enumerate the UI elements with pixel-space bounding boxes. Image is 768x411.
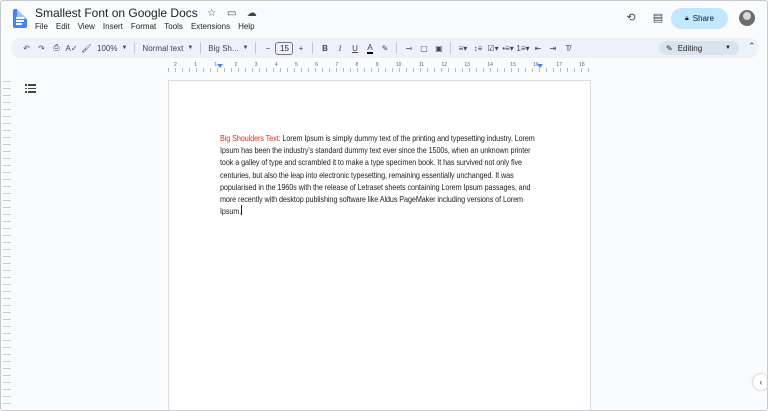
line-spacing-icon[interactable]: ↕≡ xyxy=(470,40,485,56)
editing-label: Editing xyxy=(677,43,703,53)
menu-edit[interactable]: Edit xyxy=(56,22,70,31)
share-label: Share xyxy=(692,14,715,23)
divider xyxy=(134,42,136,54)
ruler-number: 10 xyxy=(395,62,402,68)
font-select[interactable]: Big Sh... ▼ xyxy=(205,44,251,53)
chevron-down-icon: ▼ xyxy=(121,45,128,51)
document-outline-icon[interactable] xyxy=(25,84,36,93)
menu-tools[interactable]: Tools xyxy=(164,22,183,31)
font-size-input[interactable]: 15 xyxy=(275,41,294,55)
ruler-number: 11 xyxy=(418,62,425,68)
star-icon[interactable]: ☆ xyxy=(206,8,218,19)
highlighted-font-name: Big Shoulders Text: xyxy=(220,133,281,143)
ruler-number: 12 xyxy=(441,62,447,68)
menu-view[interactable]: View xyxy=(78,22,95,31)
ruler-numbers: 2 1 1 2 3 4 5 6 7 8 9 10 11 12 13 14 15 … xyxy=(168,62,591,68)
ruler-number: 7 xyxy=(335,62,339,68)
ruler-number: 3 xyxy=(254,62,258,68)
decrease-indent-icon[interactable]: ⇤ xyxy=(530,40,545,56)
ruler-number: 2 xyxy=(174,62,177,68)
pencil-icon: ✎ xyxy=(666,43,673,53)
clear-formatting-icon[interactable]: T̸ xyxy=(560,40,575,56)
right-indent-marker[interactable] xyxy=(537,64,543,68)
ruler-number: 9 xyxy=(375,62,379,68)
text-cursor xyxy=(241,205,243,216)
chevron-down-icon: ▼ xyxy=(242,45,249,51)
menu-insert[interactable]: Insert xyxy=(103,22,123,31)
avatar[interactable] xyxy=(739,10,755,26)
cloud-saved-icon[interactable]: ☁ xyxy=(246,8,258,19)
chevron-down-icon: ▼ xyxy=(187,45,194,51)
spellcheck-icon[interactable]: A✓ xyxy=(64,40,79,56)
divider xyxy=(255,42,257,54)
ruler-number: 17 xyxy=(556,62,562,68)
paragraph-style-select[interactable]: Normal text ▼ xyxy=(139,44,196,53)
zoom-value: 100% xyxy=(97,43,118,53)
header: Smallest Font on Google Docs ☆ ▭ ☁ File … xyxy=(1,1,767,37)
collapse-menus-icon[interactable]: ⌃ xyxy=(748,41,756,52)
ruler-number: 18 xyxy=(579,62,585,68)
insert-image-icon[interactable]: ▣ xyxy=(431,40,446,56)
ruler-number: 2 xyxy=(234,62,238,68)
ruler-number: 4 xyxy=(274,62,278,68)
comments-icon[interactable]: ▤ xyxy=(651,11,665,25)
menu-extensions[interactable]: Extensions xyxy=(191,22,230,31)
text-color-icon[interactable]: A xyxy=(362,40,377,56)
underline-icon[interactable]: U xyxy=(347,40,362,56)
share-button[interactable]: 🔒︎ Share xyxy=(671,8,728,29)
body-text: Lorem Ipsum is simply dummy text of the … xyxy=(220,133,535,217)
checklist-icon[interactable]: ☑▾ xyxy=(485,40,500,56)
document-page[interactable]: Big Shoulders Text: Lorem Ipsum is simpl… xyxy=(168,80,591,410)
highlight-icon[interactable]: ✎ xyxy=(377,40,392,56)
app-window: Smallest Font on Google Docs ☆ ▭ ☁ File … xyxy=(0,0,768,411)
editing-mode-select[interactable]: ✎ Editing ▼ xyxy=(659,41,739,55)
menu-file[interactable]: File xyxy=(35,22,48,31)
italic-icon[interactable]: I xyxy=(332,40,347,56)
docs-logo-icon[interactable] xyxy=(13,9,27,28)
document-body[interactable]: Big Shoulders Text: Lorem Ipsum is simpl… xyxy=(220,132,543,217)
increase-font-size-icon[interactable]: + xyxy=(293,40,308,56)
side-panel-toggle-icon[interactable]: ‹ xyxy=(753,374,767,390)
move-folder-icon[interactable]: ▭ xyxy=(226,8,238,19)
increase-indent-icon[interactable]: ⇥ xyxy=(545,40,560,56)
undo-icon[interactable]: ↶ xyxy=(19,40,34,56)
numbered-list-icon[interactable]: 1≡▾ xyxy=(515,40,530,56)
paint-format-icon[interactable]: 🖌︎ xyxy=(79,40,94,56)
left-indent-marker[interactable] xyxy=(217,64,223,68)
insert-link-icon[interactable]: ⊸ xyxy=(401,40,416,56)
ruler-number: 8 xyxy=(355,62,359,68)
lock-icon: 🔒︎ xyxy=(684,14,689,22)
divider xyxy=(450,42,452,54)
ruler-number: 5 xyxy=(295,62,298,68)
vertical-ruler xyxy=(3,81,11,410)
bold-icon[interactable]: B xyxy=(317,40,332,56)
divider xyxy=(200,42,202,54)
title-row: Smallest Font on Google Docs ☆ ▭ ☁ xyxy=(35,6,258,20)
document-title[interactable]: Smallest Font on Google Docs xyxy=(35,6,198,20)
ruler-number: 1 xyxy=(194,62,197,68)
ruler-number: 14 xyxy=(487,62,493,68)
style-value: Normal text xyxy=(142,43,184,53)
divider xyxy=(396,42,398,54)
ruler-number: 6 xyxy=(315,62,318,68)
zoom-select[interactable]: 100% ▼ xyxy=(94,44,130,53)
chevron-down-icon: ▼ xyxy=(725,45,731,51)
toolbar: ↶ ↷ ⎙ A✓ 🖌︎ 100% ▼ Normal text ▼ Big Sh...… xyxy=(11,38,759,58)
bulleted-list-icon[interactable]: •≡▾ xyxy=(500,40,515,56)
version-history-icon[interactable]: ⟲ xyxy=(624,11,638,25)
divider xyxy=(312,42,314,54)
ruler-number: 15 xyxy=(510,62,516,68)
decrease-font-size-icon[interactable]: − xyxy=(260,40,275,56)
align-icon[interactable]: ≡▾ xyxy=(455,40,470,56)
menu-help[interactable]: Help xyxy=(238,22,254,31)
ruler-ticks xyxy=(168,68,591,72)
menu-format[interactable]: Format xyxy=(131,22,156,31)
print-icon[interactable]: ⎙ xyxy=(49,40,64,56)
menu-bar: File Edit View Insert Format Tools Exten… xyxy=(35,22,255,31)
ruler-number: 13 xyxy=(464,62,470,68)
font-value: Big Sh... xyxy=(208,43,239,53)
redo-icon[interactable]: ↷ xyxy=(34,40,49,56)
horizontal-ruler[interactable]: 2 1 1 2 3 4 5 6 7 8 9 10 11 12 13 14 15 … xyxy=(168,62,591,72)
add-comment-icon[interactable]: ▢ xyxy=(416,40,431,56)
